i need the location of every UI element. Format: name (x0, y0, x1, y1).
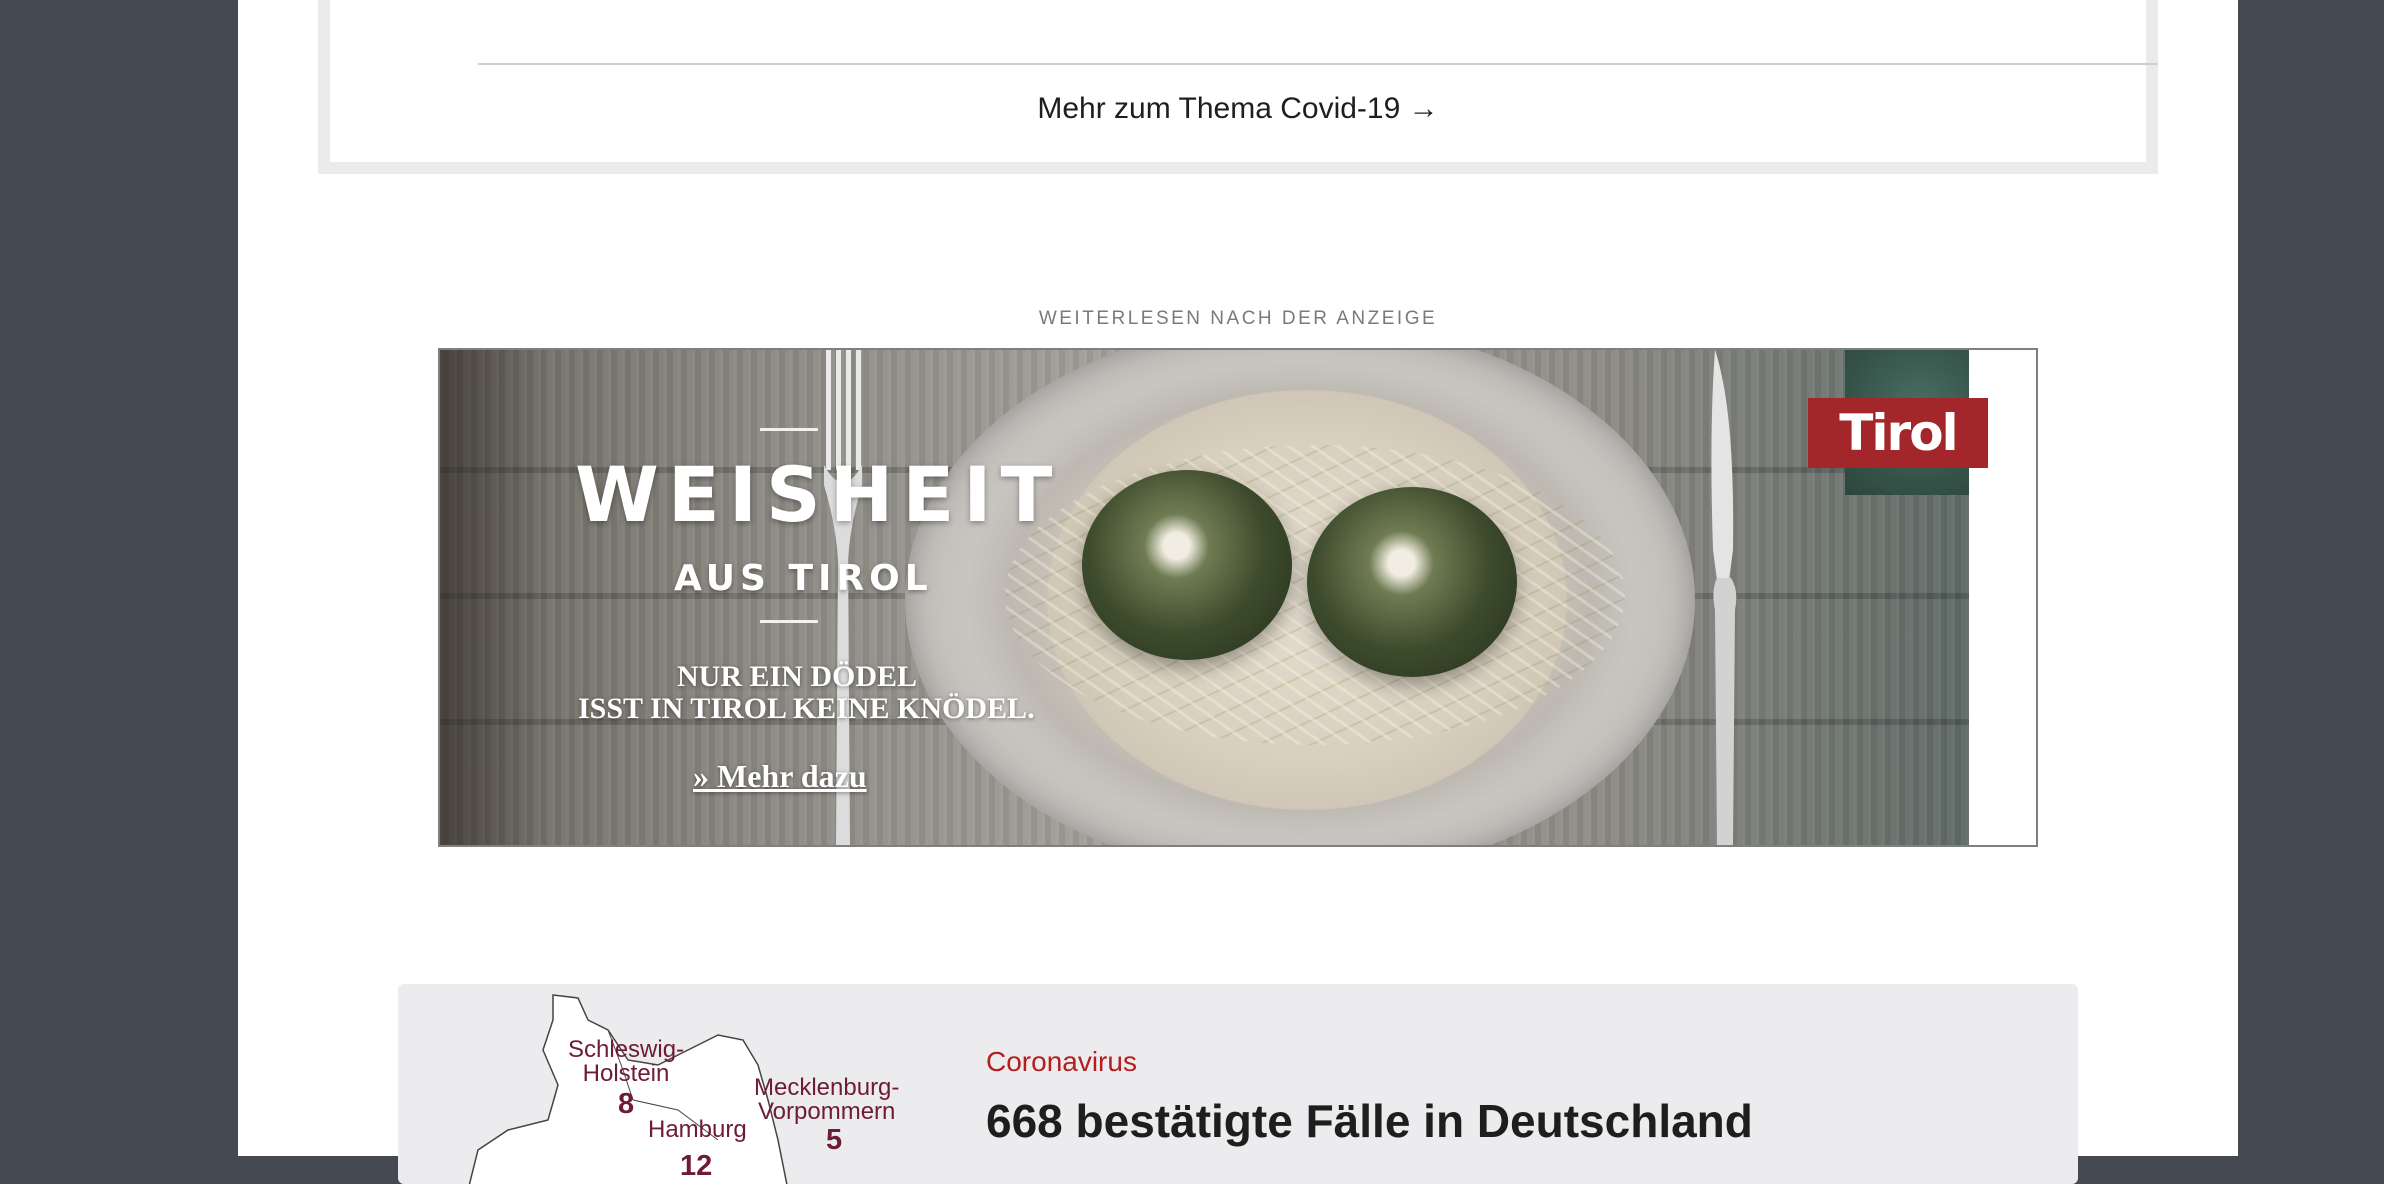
ad-image[interactable]: WEISHEIT AUS TIROL NUR EIN DÖDEL ISST IN… (440, 350, 1988, 845)
covid-box (318, 0, 2158, 174)
map-label-hamburg: Hamburg (648, 1116, 747, 1143)
ad-shadow (440, 350, 550, 845)
more-covid-link[interactable]: Mehr zum Thema Covid-19 → (238, 92, 2238, 126)
ad-more-link[interactable]: » Mehr dazu (693, 758, 867, 795)
divider (478, 63, 2158, 65)
dumpling-image (1082, 470, 1292, 660)
ad-label: WEITERLESEN NACH DER ANZEIGE (1038, 308, 1438, 329)
ad-rule-bottom (760, 620, 818, 623)
germany-map[interactable]: Schleswig- Holstein 8 Mecklenburg- Vorpo… (458, 990, 899, 1184)
knife-icon (1711, 350, 1737, 845)
map-count-hamburg: 12 (680, 1150, 713, 1182)
dumpling-image (1307, 487, 1517, 677)
map-label-mecklenburg-vorpommern: Mecklenburg- Vorpommern (754, 1074, 900, 1125)
corona-teaser[interactable]: Schleswig- Holstein 8 Mecklenburg- Vorpo… (398, 984, 2078, 1184)
teaser-title[interactable]: 668 bestätigte Fälle in Deutschland (986, 1094, 1753, 1148)
map-label-schleswig-holstein: Schleswig- Holstein (568, 1036, 685, 1087)
teaser-kicker[interactable]: Coronavirus (986, 1046, 1137, 1078)
article-page: Mehr zum Thema Covid-19 → WEITERLESEN NA… (238, 0, 2238, 1184)
ad-tagline-2: ISST IN TIROL KEINE KNÖDEL. (578, 692, 1035, 725)
tirol-logo[interactable]: Tirol (1808, 398, 1988, 468)
ad-rule-top (760, 428, 818, 431)
ad-banner[interactable]: WEISHEIT AUS TIROL NUR EIN DÖDEL ISST IN… (438, 348, 2038, 847)
covid-box-inner (330, 0, 2158, 162)
ad-headline: WEISHEIT (575, 450, 1062, 539)
ad-tagline-1: NUR EIN DÖDEL (677, 660, 918, 693)
ad-subheadline: AUS TIROL (674, 558, 933, 599)
map-count-schleswig-holstein: 8 (618, 1088, 635, 1120)
map-count-mecklenburg-vorpommern: 5 (826, 1124, 843, 1156)
